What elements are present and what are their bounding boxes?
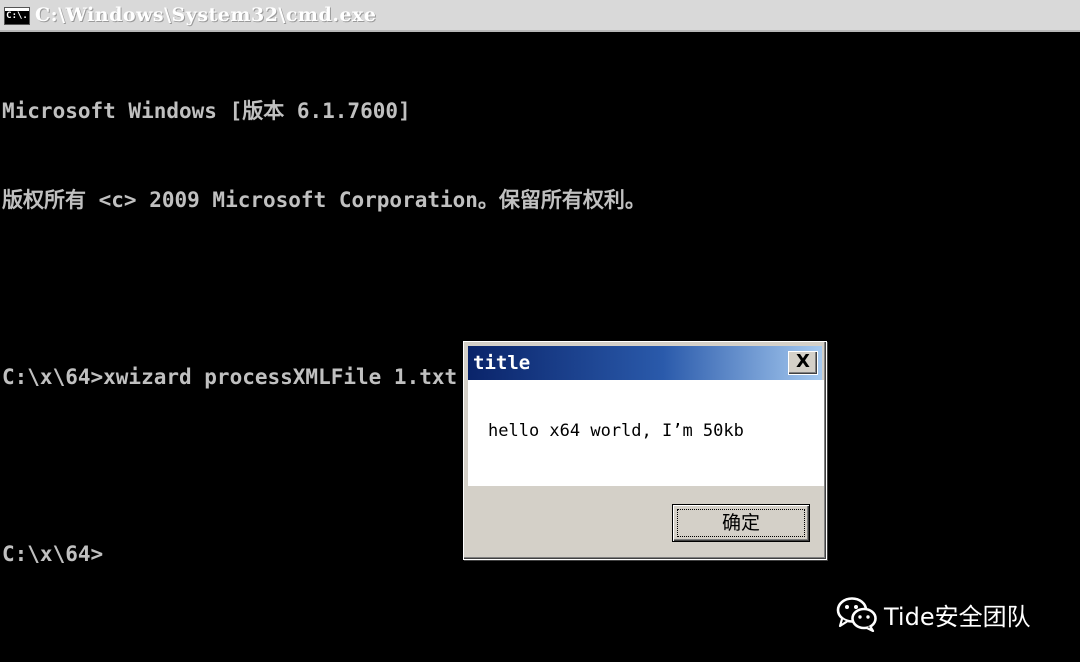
console-line: Microsoft Windows [版本 6.1.7600]: [2, 99, 411, 123]
dialog-body: hello x64 world, I’m 50kb: [468, 380, 824, 486]
ok-button[interactable]: 确定: [672, 504, 810, 542]
cmd-window-titlebar[interactable]: C:\. C:\Windows\System32\cmd.exe: [0, 0, 1080, 32]
close-icon: X: [796, 351, 810, 372]
dialog-titlebar[interactable]: title X: [468, 346, 822, 380]
cmd-window-title: C:\Windows\System32\cmd.exe: [35, 4, 377, 26]
dialog-title: title: [473, 352, 531, 374]
message-box-dialog: title X hello x64 world, I’m 50kb 确定: [463, 341, 827, 560]
dialog-message: hello x64 world, I’m 50kb: [488, 421, 744, 441]
watermark-text: Tide安全团队: [884, 602, 1031, 631]
screen: C:\. C:\Windows\System32\cmd.exe Microso…: [0, 0, 1080, 662]
close-button[interactable]: X: [788, 351, 818, 375]
wechat-icon: [836, 596, 878, 633]
cmd-icon[interactable]: C:\.: [4, 7, 30, 25]
console-line: 版权所有 <c> 2009 Microsoft Corporation。保留所有…: [2, 187, 646, 212]
watermark: Tide安全团队: [836, 596, 1031, 633]
